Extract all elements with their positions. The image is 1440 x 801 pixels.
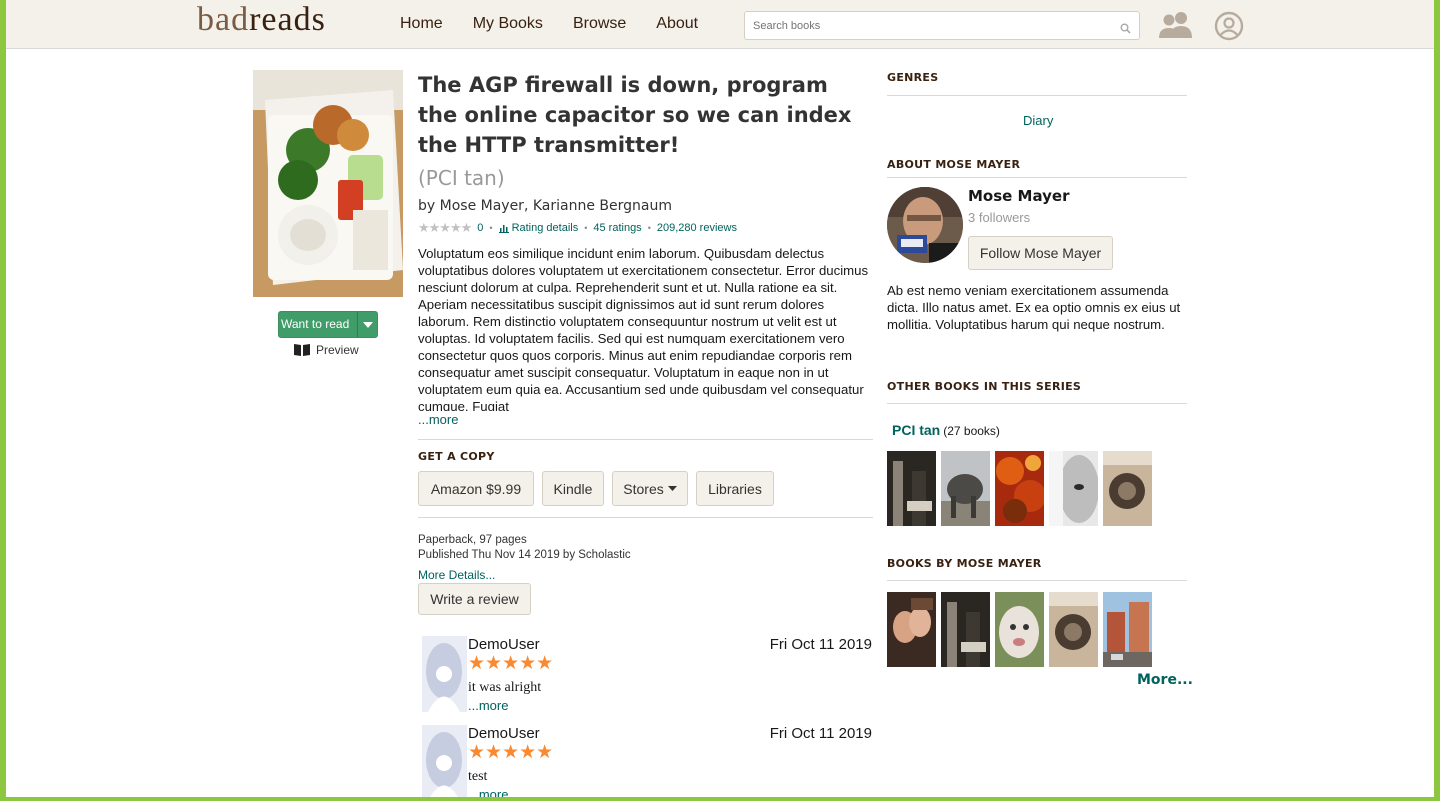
- write-review-button[interactable]: Write a review: [418, 583, 531, 615]
- book-description: Voluptatum eos similique incidunt enim l…: [418, 246, 869, 411]
- author-book-thumbnail[interactable]: [995, 592, 1044, 667]
- series-book-thumbnail[interactable]: [995, 451, 1044, 526]
- caret-down-icon: [363, 322, 373, 328]
- site-logo[interactable]: badreads: [197, 0, 326, 40]
- preview-link[interactable]: Preview: [293, 343, 359, 357]
- review-date[interactable]: Fri Oct 11 2019: [770, 636, 872, 653]
- search-input[interactable]: [745, 12, 1105, 39]
- divider: [418, 439, 873, 440]
- publication-info: Published Thu Nov 14 2019 by Scholastic: [418, 549, 631, 561]
- review-text: it was alright: [468, 680, 542, 695]
- bar-chart-icon: [498, 224, 509, 233]
- series-heading: OTHER BOOKS IN THIS SERIES: [887, 380, 1082, 393]
- series-link[interactable]: PCI tan: [892, 422, 940, 438]
- ratings-count-link[interactable]: 45 ratings: [593, 222, 641, 234]
- stores-dropdown[interactable]: Stores: [612, 471, 688, 506]
- book-title: The AGP firewall is down, program the on…: [418, 73, 852, 157]
- user-avatar[interactable]: [422, 636, 467, 712]
- separator-dot: •: [489, 223, 493, 233]
- rating-row: ★★★★★ 0 • Rating details • 45 ratings • …: [418, 220, 737, 236]
- logo-prefix: bad: [197, 1, 250, 38]
- book-cover[interactable]: [253, 70, 403, 297]
- review-date[interactable]: Fri Oct 11 2019: [770, 725, 872, 742]
- author-book-thumbnail[interactable]: [1049, 592, 1098, 667]
- caret-down-icon: [667, 485, 677, 491]
- stores-label: Stores: [623, 480, 664, 497]
- author-name[interactable]: Mose Mayer: [968, 187, 1070, 205]
- review-username[interactable]: DemoUser: [468, 725, 540, 742]
- kindle-button[interactable]: Kindle: [542, 471, 604, 506]
- nav-home[interactable]: Home: [400, 12, 443, 36]
- book-authors: by Mose Mayer, Karianne Bergnaum: [418, 198, 672, 214]
- user-avatar[interactable]: [422, 725, 467, 797]
- series-book-thumbnail[interactable]: [887, 451, 936, 526]
- series-count: (27 books): [943, 424, 1000, 438]
- open-book-icon: [294, 344, 310, 356]
- rating-details-label: Rating details: [511, 222, 579, 234]
- separator-dot: •: [584, 223, 588, 233]
- divider: [887, 403, 1187, 404]
- nav-browse[interactable]: Browse: [573, 12, 626, 36]
- genre-link[interactable]: Diary: [1023, 113, 1053, 128]
- top-navbar: badreads Home My Books Browse About: [6, 0, 1434, 49]
- review-item: DemoUser Fri Oct 11 2019 ★★★★★ test ...m…: [422, 725, 872, 797]
- author-photo[interactable]: [887, 187, 963, 263]
- description-more-link[interactable]: ...more: [418, 412, 458, 427]
- author-bio: Ab est nemo veniam exercitationem assume…: [887, 283, 1181, 332]
- author-link-1[interactable]: Mose Mayer,: [440, 198, 529, 214]
- review-username[interactable]: DemoUser: [468, 636, 540, 653]
- divider: [887, 580, 1187, 581]
- shelf-dropdown-button[interactable]: [357, 312, 377, 337]
- series-book-thumbnail[interactable]: [941, 451, 990, 526]
- divider: [887, 177, 1187, 178]
- nav-about[interactable]: About: [656, 12, 698, 36]
- profile-icon[interactable]: [1214, 11, 1244, 45]
- logo-suffix: reads: [249, 1, 326, 38]
- divider: [418, 517, 873, 518]
- follow-author-button[interactable]: Follow Mose Mayer: [968, 236, 1113, 270]
- genres-heading: GENRES: [887, 71, 939, 84]
- series-info: PCI tan (27 books): [892, 422, 1000, 438]
- author-book-thumbnail[interactable]: [887, 592, 936, 667]
- separator-dot: •: [647, 223, 651, 233]
- by-label: by: [418, 198, 436, 214]
- review-stars: ★★★★★: [468, 652, 554, 674]
- book-format: Paperback, 97 pages: [418, 534, 527, 546]
- review-more-link[interactable]: ...more: [468, 787, 508, 797]
- review-more-link[interactable]: ...more: [468, 698, 508, 713]
- search-box: [744, 11, 1140, 40]
- review-text: test: [468, 769, 488, 784]
- search-icon[interactable]: [1120, 19, 1131, 38]
- libraries-button[interactable]: Libraries: [696, 471, 774, 506]
- review-item: DemoUser Fri Oct 11 2019 ★★★★★ it was al…: [422, 636, 872, 716]
- page: badreads Home My Books Browse About Sear…: [6, 0, 1434, 797]
- divider: [887, 95, 1187, 96]
- follower-count: 3 followers: [968, 210, 1031, 225]
- get-a-copy-heading: GET A COPY: [418, 450, 495, 463]
- want-to-read-button[interactable]: Want to read: [278, 311, 378, 338]
- want-to-read-label: Want to read: [281, 317, 350, 331]
- more-details-link[interactable]: More Details...: [418, 568, 495, 582]
- about-author-heading: ABOUT MOSE MAYER: [887, 158, 1021, 171]
- series-book-thumbnail[interactable]: [1103, 451, 1152, 526]
- amazon-button[interactable]: Amazon $9.99: [418, 471, 534, 506]
- rating-details-link[interactable]: Rating details: [498, 222, 579, 234]
- preview-label: Preview: [316, 343, 359, 357]
- books-by-author-heading: BOOKS BY MOSE MAYER: [887, 557, 1042, 570]
- author-book-thumbnail[interactable]: [941, 592, 990, 667]
- nav-my-books[interactable]: My Books: [473, 12, 543, 36]
- average-rating: 0: [477, 222, 484, 234]
- more-books-link[interactable]: More...: [1137, 672, 1193, 688]
- rating-stars: ★★★★★: [418, 220, 472, 235]
- edition-details: Paperback, 97 pages Published Thu Nov 14…: [418, 533, 631, 563]
- reviews-count-link[interactable]: 209,280 reviews: [657, 222, 737, 234]
- review-stars: ★★★★★: [468, 741, 554, 763]
- author-link-2[interactable]: Karianne Bergnaum: [533, 198, 672, 214]
- book-series[interactable]: (PCI tan): [418, 166, 505, 190]
- main-nav: Home My Books Browse About: [400, 12, 728, 36]
- friends-icon[interactable]: [1158, 10, 1194, 44]
- author-book-thumbnail[interactable]: [1103, 592, 1152, 667]
- series-book-thumbnail[interactable]: [1049, 451, 1098, 526]
